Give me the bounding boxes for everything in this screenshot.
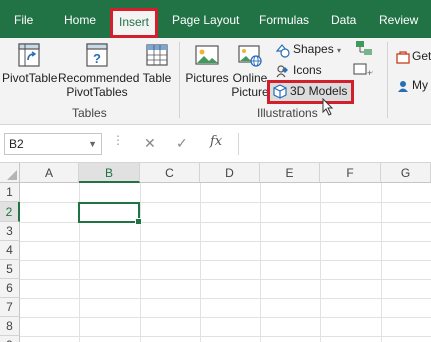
smartart-icon[interactable] <box>355 40 373 58</box>
get-addins-label: Get <box>412 49 431 63</box>
row-header[interactable]: 7 <box>0 298 20 317</box>
column-header[interactable]: C <box>140 163 200 183</box>
enter-icon[interactable]: ✓ <box>176 135 188 152</box>
ribbon-insert: PivotTable ? Recommended PivotTables Tab… <box>0 38 431 125</box>
grid-line <box>140 183 141 342</box>
column-header[interactable]: B <box>79 163 140 183</box>
shapes-icon <box>275 43 290 58</box>
tab-home[interactable]: Home <box>64 0 96 38</box>
column-header[interactable]: G <box>381 163 431 183</box>
grid-line <box>200 183 201 342</box>
ribbon-tab-bar: File Home Insert Page Layout Formulas Da… <box>0 0 431 38</box>
svg-text:?: ? <box>93 51 101 66</box>
recommended-pivottables-icon: ? <box>86 43 108 67</box>
table-icon <box>146 44 168 66</box>
icons-button[interactable]: Icons <box>275 60 322 80</box>
3d-models-label: 3D Models <box>290 84 348 98</box>
column-header[interactable]: A <box>20 163 79 183</box>
tab-page-layout[interactable]: Page Layout <box>172 0 239 38</box>
chevron-down-icon: ▾ <box>337 46 342 55</box>
worksheet-grid[interactable]: A B C D E F G 1 2 3 4 5 6 7 8 9 <box>0 163 431 342</box>
screenshot-icon[interactable]: +▾ <box>353 62 373 78</box>
name-box[interactable]: B2 ▼ <box>4 133 102 155</box>
formula-input[interactable] <box>238 133 431 155</box>
more-icon[interactable]: ⋮ <box>112 133 124 147</box>
formula-bar: B2 ▼ ⋮ ✕ ✓ fx <box>0 125 431 163</box>
icons-label: Icons <box>293 63 322 77</box>
shapes-label: Shapes <box>293 42 334 56</box>
row-header[interactable]: 9 <box>0 336 20 342</box>
pivottable-label: PivotTable <box>2 71 58 85</box>
svg-text:+▾: +▾ <box>367 68 373 78</box>
3d-models-button[interactable]: 3D Models <box>267 80 355 104</box>
table-label: Table <box>142 71 172 85</box>
pictures-button[interactable]: Pictures <box>184 42 230 85</box>
store-icon <box>396 51 410 64</box>
group-separator <box>387 42 388 118</box>
pictures-icon <box>195 45 219 65</box>
row-header[interactable]: 3 <box>0 222 20 241</box>
tab-data[interactable]: Data <box>331 0 356 38</box>
mouse-cursor-icon <box>322 98 334 116</box>
grid-line <box>260 183 261 342</box>
row-header[interactable]: 1 <box>0 183 20 202</box>
cube-icon <box>273 84 287 99</box>
tab-insert[interactable]: Insert <box>110 8 159 38</box>
recommended-label-line2: PivotTables <box>66 85 128 99</box>
online-pictures-icon <box>238 45 262 67</box>
active-cell-b2[interactable] <box>78 202 142 225</box>
name-box-value: B2 <box>9 137 24 151</box>
tables-group-label: Tables <box>72 106 107 120</box>
get-addins-button[interactable]: Get <box>396 46 431 66</box>
recommended-label-line1: Recommended <box>58 71 140 85</box>
my-addins-button[interactable]: My <box>396 75 428 95</box>
row-header[interactable]: 6 <box>0 279 20 298</box>
recommended-pivottables-button[interactable]: ? Recommended PivotTables <box>58 42 140 99</box>
chevron-down-icon[interactable]: ▼ <box>88 134 97 154</box>
shapes-button[interactable]: Shapes ▾ <box>275 39 341 59</box>
tab-review[interactable]: Review <box>379 0 418 38</box>
grid-line <box>20 241 431 242</box>
select-all-button[interactable] <box>0 163 20 183</box>
grid-line <box>381 183 382 342</box>
column-header[interactable]: E <box>260 163 320 183</box>
tab-formulas[interactable]: Formulas <box>259 0 309 38</box>
grid-line <box>20 260 431 261</box>
pivottable-icon <box>18 43 40 67</box>
grid-line <box>20 336 431 337</box>
grid-line <box>20 317 431 318</box>
row-header[interactable]: 2 <box>0 202 20 222</box>
pivottable-button[interactable]: PivotTable <box>2 42 58 85</box>
icons-icon <box>276 65 288 78</box>
column-header[interactable]: D <box>200 163 260 183</box>
grid-line <box>320 183 321 342</box>
column-header[interactable]: F <box>320 163 381 183</box>
online-pictures-button[interactable]: Online Picture <box>230 42 270 99</box>
online-pictures-label-line1: Online <box>232 71 268 85</box>
row-header[interactable]: 5 <box>0 260 20 279</box>
my-addins-label: My <box>412 78 428 92</box>
row-header[interactable]: 8 <box>0 317 20 336</box>
my-addins-icon <box>398 80 408 92</box>
row-header[interactable]: 4 <box>0 241 20 260</box>
group-separator <box>179 42 180 118</box>
insert-function-button[interactable]: fx <box>210 134 222 149</box>
online-pictures-label-line2: Picture <box>231 85 269 99</box>
grid-line <box>20 279 431 280</box>
illustrations-group-label: Illustrations <box>257 106 318 120</box>
pictures-label: Pictures <box>185 71 229 85</box>
table-button[interactable]: Table <box>140 42 174 85</box>
grid-line <box>20 298 431 299</box>
cancel-icon[interactable]: ✕ <box>144 135 156 152</box>
tab-file[interactable]: File <box>14 0 33 38</box>
